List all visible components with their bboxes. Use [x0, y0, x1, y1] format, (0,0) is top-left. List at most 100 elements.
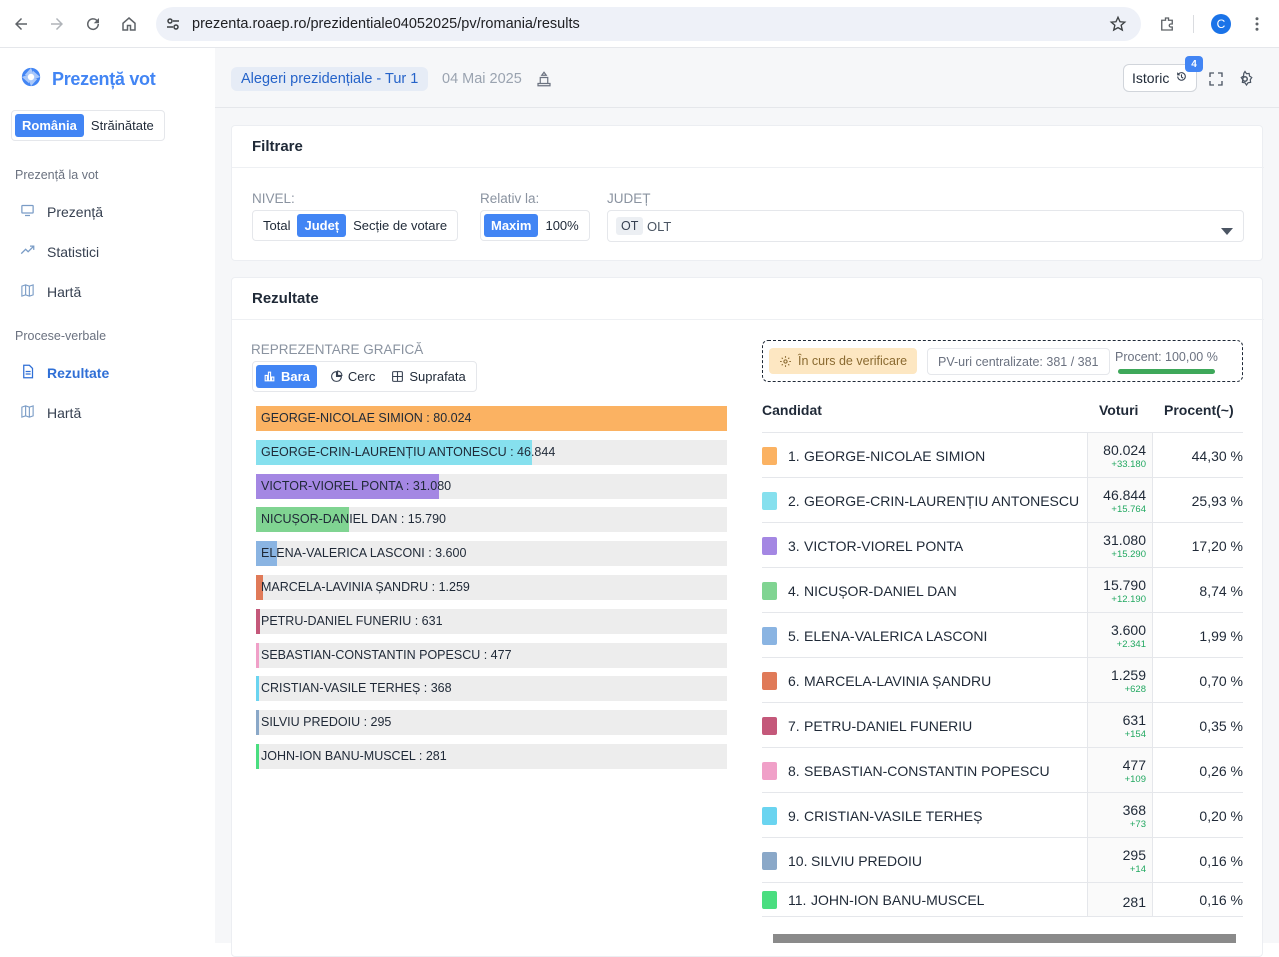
scope-tab-romania[interactable]: România: [15, 114, 84, 137]
url-text[interactable]: prezenta.roaep.ro/prezidentiale04052025/…: [192, 16, 580, 32]
candidate-votes: 631: [1122, 711, 1146, 728]
table-row[interactable]: 9. CRISTIAN-VASILE TERHEȘ 368 +73 0,20 %: [762, 793, 1243, 838]
candidate-percent: 8,74 %: [1199, 582, 1243, 599]
monitor-icon: [20, 203, 35, 221]
candidate-color-swatch: [762, 626, 777, 645]
candidate-name: GEORGE-NICOLAE SIMION: [804, 447, 986, 464]
chart-bar: [256, 608, 260, 634]
chart-bar-label: ELENA-VALERICA LASCONI : 3.600: [261, 546, 467, 561]
verification-status: În curs de verificare: [798, 354, 908, 368]
candidate-color-swatch: [762, 446, 777, 465]
fullscreen-icon[interactable]: [1208, 71, 1224, 92]
app-name: Prezență vot: [52, 69, 156, 89]
candidate-name: VICTOR-VIOREL PONTA: [804, 537, 964, 554]
election-date: 04 Mai 2025: [442, 71, 522, 87]
chart-bar-label: MARCELA-LAVINIA ȘANDRU : 1.259: [261, 580, 470, 594]
top-bar: Alegeri prezidențiale - Tur 1 04 Mai 202…: [215, 48, 1279, 108]
candidate-name: PETRU-DANIEL FUNERIU: [804, 717, 973, 734]
profile-avatar[interactable]: C: [1211, 14, 1231, 34]
candidate-votes: 477: [1122, 756, 1146, 773]
menu-icon[interactable]: [1243, 10, 1271, 38]
chart-bar-row[interactable]: VICTOR-VIOREL PONTA : 31.080: [256, 473, 727, 499]
chart-mode-area[interactable]: Suprafata: [384, 365, 472, 388]
candidate-color-swatch: [762, 491, 777, 510]
chart-bar-label: GEORGE-NICOLAE SIMION : 80.024: [261, 411, 472, 425]
level-county[interactable]: Județ: [297, 214, 347, 237]
star-icon[interactable]: [1109, 15, 1127, 38]
candidate-rank: 9.: [788, 807, 800, 824]
candidate-name: MARCELA-LAVINIA ȘANDRU: [804, 672, 992, 689]
back-icon[interactable]: [7, 10, 35, 38]
sidebar-item-rezultate[interactable]: Rezultate: [20, 364, 109, 382]
chart-bar-label: NICUȘOR-DANIEL DAN : 15.790: [261, 512, 447, 527]
sidebar-item-label: Rezultate: [47, 365, 110, 381]
map-icon: [20, 283, 35, 301]
history-badge: 4: [1185, 56, 1203, 72]
table-row[interactable]: 2. GEORGE-CRIN-LAURENȚIU ANTONESCU 46.844 +…: [762, 478, 1243, 523]
trend-icon: [20, 243, 35, 261]
candidate-rank: 5.: [788, 627, 800, 644]
table-row[interactable]: 7. PETRU-DANIEL FUNERIU 631 +154 0,35 %: [762, 703, 1243, 748]
relative-100[interactable]: 100%: [538, 214, 585, 237]
table-row[interactable]: 8. SEBASTIAN-CONSTANTIN POPESCU 477 +109 0,2…: [762, 748, 1243, 793]
chart-mode-pie[interactable]: Cerc: [323, 365, 382, 388]
sidebar-item-statistici[interactable]: Statistici: [20, 243, 99, 261]
level-toggle: Total Județ Secție de votare: [252, 210, 459, 241]
table-row[interactable]: 4. NICUȘOR-DANIEL DAN 15.790 +12.190 8,74 %: [762, 568, 1243, 613]
chart-bar-row[interactable]: NICUȘOR-DANIEL DAN : 15.790: [256, 507, 727, 533]
chart-bar-label: PETRU-DANIEL FUNERIU : 631: [261, 613, 443, 628]
extensions-icon[interactable]: [1153, 10, 1181, 38]
address-bar[interactable]: prezenta.roaep.ro/prezidentiale04052025/…: [156, 7, 1141, 41]
chart-mode-label: Bara: [281, 369, 310, 384]
browser-toolbar: prezenta.roaep.ro/prezidentiale04052025/…: [0, 0, 1279, 48]
chart-bar-row[interactable]: SILVIU PREDOIU : 295: [256, 710, 727, 736]
table-row[interactable]: 10. SILVIU PREDOIU 295 +14 0,16 %: [762, 838, 1243, 883]
table-row[interactable]: 11. JOHN-ION BANU-MUSCEL 281 0,16 %: [762, 883, 1243, 917]
table-row[interactable]: 5. ELENA-VALERICA LASCONI 3.600 +2.341 1,99 …: [762, 613, 1243, 658]
chart-bar-row[interactable]: JOHN-ION BANU-MUSCEL : 281: [256, 744, 727, 769]
chart-bar-row[interactable]: SEBASTIAN-CONSTANTIN POPESCU : 477: [256, 642, 727, 668]
relative-label: Relativ la:: [480, 191, 540, 206]
settings-icon[interactable]: [1236, 70, 1254, 93]
scope-tab-abroad[interactable]: Străinătate: [84, 114, 161, 137]
county-select[interactable]: OT OLT: [607, 210, 1244, 242]
home-icon[interactable]: [115, 10, 143, 38]
votes-delta: +154: [1124, 728, 1146, 740]
reload-icon[interactable]: [79, 10, 107, 38]
chart-bar-label: SILVIU PREDOIU : 295: [261, 715, 392, 730]
table-row[interactable]: 1. GEORGE-NICOLAE SIMION 80.024 +33.180 44,3…: [762, 433, 1243, 478]
chart-bar: [256, 710, 259, 736]
card-divider: [232, 167, 1264, 168]
chart-bar-label: VICTOR-VIOREL PONTA : 31.080: [261, 478, 452, 493]
sidebar-item-harta-prezenta[interactable]: Hartă: [20, 283, 81, 301]
candidate-rank: 6.: [788, 672, 800, 689]
app-logo[interactable]: Prezență vot: [20, 66, 156, 93]
relative-max[interactable]: Maxim: [484, 214, 539, 237]
chart-section-label: REPREZENTARE GRAFICĂ: [251, 342, 424, 357]
chart-bar-row[interactable]: GEORGE-CRIN-LAURENȚIU ANTONESCU : 46.844: [256, 439, 727, 465]
level-section[interactable]: Secție de votare: [346, 214, 454, 237]
chart-bar-row[interactable]: GEORGE-NICOLAE SIMION : 80.024: [256, 406, 727, 431]
sidebar-item-harta-pv[interactable]: Hartă: [20, 404, 81, 422]
chart-bar-row[interactable]: MARCELA-LAVINIA ȘANDRU : 1.259: [256, 575, 727, 600]
chart-bar-row[interactable]: ELENA-VALERICA LASCONI : 3.600: [256, 541, 727, 567]
toolbar-divider: [1193, 15, 1194, 33]
scrollbar-thumb[interactable]: [773, 934, 1236, 943]
votes-cell: 295 +14: [1087, 838, 1153, 882]
votes-cell: 46.844 +15.764: [1087, 478, 1153, 522]
candidate-votes: 368: [1122, 801, 1146, 818]
ballot-icon[interactable]: [535, 70, 553, 93]
votes-cell: 15.790 +12.190: [1087, 568, 1153, 612]
chart-mode-bar[interactable]: Bara: [256, 365, 317, 388]
sidebar-item-prezenta[interactable]: Prezență: [20, 203, 103, 221]
chart-bar-row[interactable]: CRISTIAN-VASILE TERHEȘ : 368: [256, 676, 727, 702]
candidate-percent: 0,35 %: [1199, 717, 1243, 734]
site-settings-icon[interactable]: [165, 16, 181, 37]
card-divider: [232, 319, 1264, 320]
table-row[interactable]: 6. MARCELA-LAVINIA ȘANDRU 1.259 +628 0,70 %: [762, 658, 1243, 703]
chart-bar-row[interactable]: PETRU-DANIEL FUNERIU : 631: [256, 608, 727, 634]
level-total[interactable]: Total: [256, 214, 297, 237]
candidate-name: GEORGE-CRIN-LAURENȚIU ANTONESCU: [804, 492, 1080, 509]
table-row[interactable]: 3. VICTOR-VIOREL PONTA 31.080 +15.290 17,20 …: [762, 523, 1243, 568]
forward-icon[interactable]: [43, 10, 71, 38]
